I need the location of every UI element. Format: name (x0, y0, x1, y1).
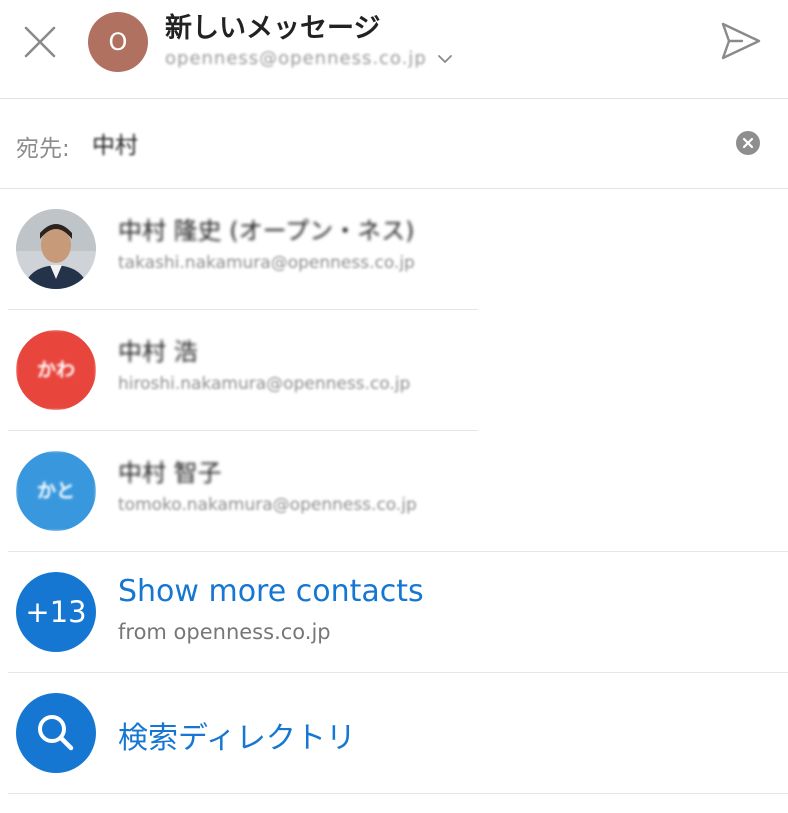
from-email: openness@openness.co.jp (165, 48, 427, 69)
send-button[interactable] (718, 18, 764, 64)
contact-name: 中村 浩 (118, 338, 198, 366)
contact-suggestion[interactable]: 中村 隆史 (オープン・ネス) takashi.nakamura@opennes… (0, 189, 788, 309)
show-more-contacts-button[interactable]: +13 Show more contacts from openness.co.… (0, 552, 788, 672)
show-more-sublabel: from openness.co.jp (118, 620, 331, 644)
to-label: 宛先: (16, 136, 70, 162)
contact-email: takashi.nakamura@openness.co.jp (118, 253, 415, 273)
recipient-row: 宛先: (0, 99, 788, 189)
contact-name: 中村 隆史 (オープン・ネス) (118, 217, 415, 245)
search-icon (38, 715, 74, 751)
show-more-label: Show more contacts (118, 574, 424, 609)
avatar-initials: かわ (16, 330, 96, 410)
compose-header: O 新しいメッセージ openness@openness.co.jp (0, 0, 788, 99)
page-title: 新しいメッセージ (165, 13, 381, 44)
close-icon (24, 26, 56, 58)
contact-initials-avatar: かと (16, 451, 96, 531)
clear-icon (742, 137, 754, 149)
close-button[interactable] (18, 20, 62, 64)
recipient-input[interactable] (92, 125, 692, 161)
divider (8, 793, 788, 794)
more-count-badge: +13 (16, 572, 96, 652)
contact-initials-avatar: かわ (16, 330, 96, 410)
search-directory-label: 検索ディレクトリ (118, 721, 356, 756)
sender-avatar: O (88, 12, 148, 72)
contact-name: 中村 智子 (118, 459, 222, 487)
contact-suggestion[interactable]: かわ 中村 浩 hiroshi.nakamura@openness.co.jp (0, 310, 788, 430)
contact-suggestion[interactable]: かと 中村 智子 tomoko.nakamura@openness.co.jp (0, 431, 788, 551)
contact-photo-avatar (16, 209, 96, 289)
from-account-selector[interactable]: openness@openness.co.jp (165, 48, 453, 69)
avatar-initials: かと (16, 451, 96, 531)
search-directory-button[interactable]: 検索ディレクトリ (0, 673, 788, 793)
search-circle (16, 693, 96, 773)
send-icon (721, 22, 761, 60)
chevron-down-icon (437, 54, 452, 63)
contact-email: tomoko.nakamura@openness.co.jp (118, 495, 417, 515)
contact-email: hiroshi.nakamura@openness.co.jp (118, 374, 411, 394)
clear-button[interactable] (736, 131, 760, 155)
